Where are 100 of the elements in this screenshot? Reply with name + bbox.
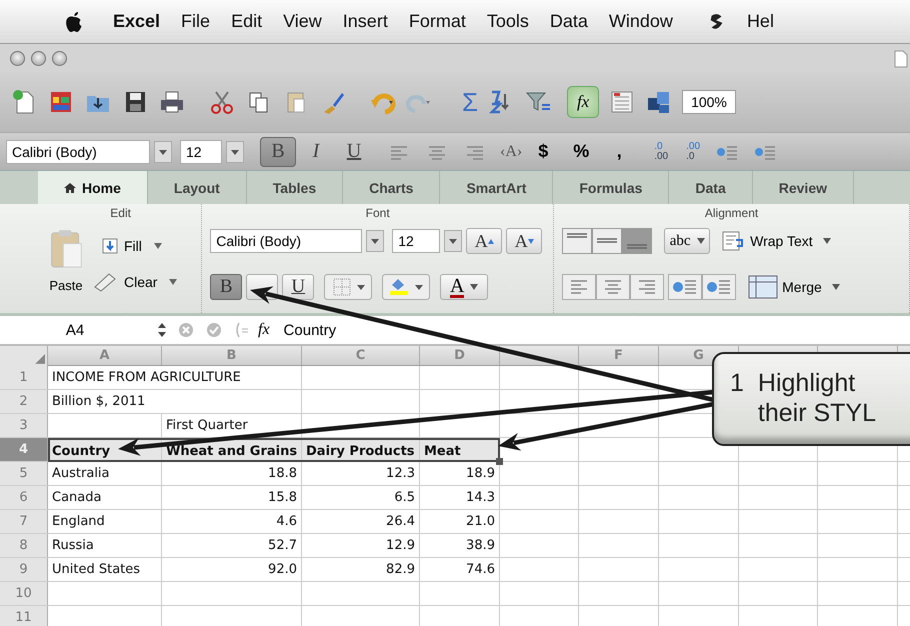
fill-handle[interactable] (496, 458, 503, 465)
confirm-icon[interactable] (206, 322, 222, 338)
style-button[interactable]: U (282, 274, 314, 300)
table-cell: 82.9 (302, 558, 420, 581)
table-cell: Billion $, 2011 (48, 390, 302, 413)
formula-field[interactable]: Country (284, 322, 336, 338)
decimal-button[interactable]: .0 .00 (654, 142, 668, 162)
borders-button[interactable] (324, 274, 372, 300)
table-cell: 6.5 (302, 486, 420, 509)
decimal-button[interactable]: .00 .0 (686, 142, 700, 162)
dropdown-button[interactable] (226, 140, 244, 162)
dropdown-button[interactable] (366, 230, 384, 252)
menu-item[interactable]: File (181, 11, 210, 32)
align-icon[interactable] (464, 144, 486, 160)
menu-item[interactable]: Data (550, 11, 588, 32)
paste-button[interactable]: Paste (49, 278, 83, 293)
table-cell: England (48, 510, 162, 533)
font-color-button[interactable]: A (440, 274, 488, 300)
menu-item[interactable]: Hel (746, 11, 774, 32)
row-header[interactable]: 7 (0, 510, 48, 533)
align-button[interactable] (562, 274, 596, 300)
minimize-button[interactable] (31, 50, 46, 66)
font-field[interactable]: Calibri (Body) (6, 140, 150, 164)
close-button[interactable] (10, 50, 25, 66)
clear-button[interactable]: Clear (92, 272, 178, 292)
group-title: Alignment (704, 206, 758, 220)
vertical-align-button[interactable] (622, 228, 652, 254)
zoom-field[interactable]: 100% (682, 90, 736, 114)
caret-icon (470, 284, 478, 290)
function-button[interactable]: fx (258, 321, 270, 339)
table-cell: Australia (48, 462, 162, 485)
font-field[interactable]: Calibri (Body) (210, 229, 362, 253)
apple-logo-icon[interactable] (64, 10, 84, 34)
percent-button[interactable]: % (564, 141, 598, 162)
stepper-icon[interactable] (158, 323, 166, 337)
callout-text: Highlight (758, 368, 856, 398)
menu-item[interactable]: View (283, 11, 322, 32)
down-triangle-icon (528, 238, 534, 244)
comma-button[interactable]: , (602, 141, 636, 162)
style-button[interactable]: B (210, 274, 242, 300)
menu-item[interactable]: Tools (486, 11, 529, 32)
menu-item[interactable]: Window (608, 11, 673, 32)
row-header[interactable]: 11 (0, 606, 48, 626)
style-button[interactable]: B (260, 136, 296, 166)
fill-color-button[interactable] (382, 274, 430, 300)
callout-text: their STYL (758, 398, 876, 428)
name-box[interactable]: A4 (0, 322, 150, 338)
caret-icon (822, 238, 831, 244)
align-button[interactable] (596, 274, 630, 300)
align-icon[interactable] (388, 144, 410, 160)
currency-button[interactable]: $ (526, 141, 560, 162)
vertical-align-button[interactable] (562, 228, 592, 254)
table-cell: 18.8 (162, 462, 302, 485)
table-cell: 12.3 (302, 462, 420, 485)
table-cell: 52.7 (162, 534, 302, 557)
row-header[interactable]: 2 (0, 390, 48, 413)
wrap-text-button[interactable]: Wrap Text (722, 231, 831, 251)
size-field[interactable]: 12 (392, 229, 440, 253)
menu-item[interactable]: Format (408, 11, 466, 32)
indent-button[interactable] (668, 274, 702, 300)
table-cell: 21.0 (420, 510, 500, 533)
fill-button[interactable]: Fill (92, 238, 178, 254)
indent-icon[interactable] (754, 144, 776, 160)
style-button[interactable]: U (336, 136, 372, 166)
ribbon-tab[interactable]: Home (38, 171, 148, 204)
grow-font-button[interactable]: A (466, 228, 502, 254)
shrink-font-button[interactable]: A (506, 228, 542, 254)
indent-button[interactable] (702, 274, 736, 300)
row-header[interactable]: 3 (0, 414, 48, 437)
size-field[interactable]: 12 (180, 140, 222, 164)
menu-item[interactable]: Edit (231, 11, 262, 32)
eraser-icon (92, 272, 118, 292)
cancel-icon[interactable] (178, 322, 194, 338)
align-icon[interactable] (426, 144, 448, 160)
caret-icon (154, 243, 162, 249)
row-header[interactable]: 9 (0, 558, 48, 581)
clipboard-icon[interactable] (48, 228, 84, 270)
merge-button[interactable]: Merge (748, 275, 840, 299)
align-button[interactable] (630, 274, 664, 300)
indent-icon[interactable] (716, 144, 738, 160)
table-cell: Russia (48, 534, 162, 557)
row-header[interactable]: 1 (0, 366, 48, 389)
menu-item[interactable]: Insert (342, 11, 388, 32)
row-header[interactable]: 10 (0, 582, 48, 605)
function-button[interactable]: fx (567, 86, 600, 118)
style-button[interactable]: I (298, 136, 334, 166)
menu-item[interactable]: Excel (113, 11, 160, 32)
vertical-align-button[interactable] (592, 228, 622, 254)
dropdown-button[interactable] (154, 140, 172, 162)
orientation-button[interactable]: abc (664, 228, 710, 254)
dropdown-button[interactable] (444, 230, 462, 252)
formula-icon[interactable] (234, 322, 250, 338)
row-header[interactable]: 5 (0, 462, 48, 485)
document-icon (894, 50, 908, 68)
table-cell: 12.9 (302, 534, 420, 557)
table-cell: Canada (48, 486, 162, 509)
row-header[interactable]: 8 (0, 534, 48, 557)
zoom-button[interactable] (52, 50, 67, 66)
shrink-to-fit-button[interactable]: ‹A› (500, 142, 522, 160)
row-header[interactable]: 6 (0, 486, 48, 509)
